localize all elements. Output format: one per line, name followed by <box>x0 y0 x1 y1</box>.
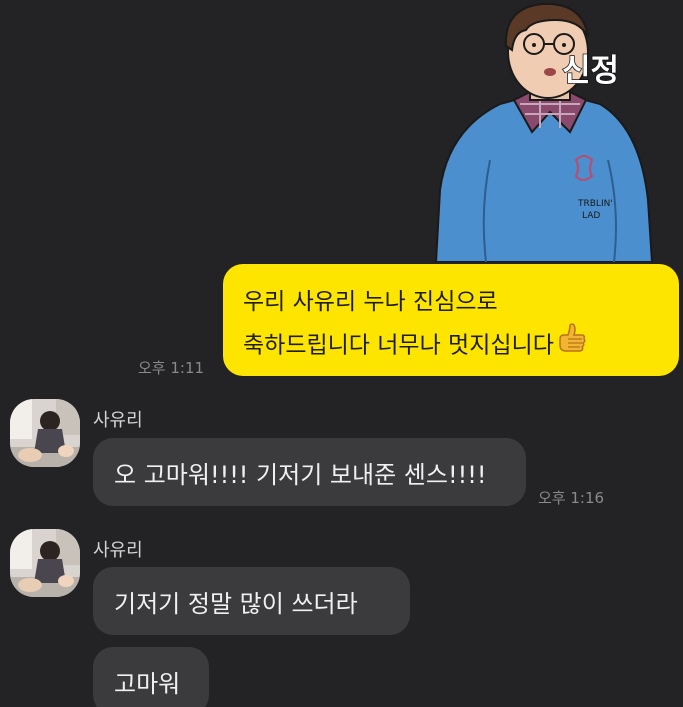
incoming-message-bubble[interactable]: 오 고마워!!!! 기저기 보내준 센스!!!! <box>93 438 526 506</box>
sticker-caption: 신정 <box>561 53 620 89</box>
outgoing-message-bubble[interactable]: 우리 사유리 누나 진심으로 축하드립니다 너무나 멋지십니다 <box>223 264 679 376</box>
outgoing-message-line-1: 우리 사유리 누나 진심으로 <box>243 289 498 315</box>
incoming-message-text: 오 고마워!!!! 기저기 보내준 센스!!!! <box>114 460 487 489</box>
chat-room: TRBLIN' LAD 신정 오후 1:11 우리 사유리 누나 진심으로 축하… <box>0 0 683 707</box>
sticker-image[interactable]: TRBLIN' LAD <box>430 0 655 263</box>
sticker-shirt-text-1: TRBLIN' <box>577 199 613 209</box>
outgoing-message-line-2-text: 축하드립니다 너무나 멋지십니다 <box>243 332 554 359</box>
sender-name: 사유리 <box>93 410 143 431</box>
incoming-message-bubble[interactable]: 기저기 정말 많이 쓰더라 <box>93 567 410 635</box>
avatar[interactable] <box>10 399 80 467</box>
sticker-illustration: TRBLIN' LAD <box>434 2 654 263</box>
outgoing-message-line-2: 축하드립니다 너무나 멋지십니다 <box>243 323 657 369</box>
incoming-message-text: 기저기 정말 많이 쓰더라 <box>114 589 358 618</box>
outgoing-timestamp: 오후 1:11 <box>138 359 205 377</box>
incoming-message-bubble[interactable]: 고마워 <box>93 647 209 707</box>
incoming-message-text: 고마워 <box>114 669 181 698</box>
thumbs-up-icon <box>556 323 586 369</box>
sender-name: 사유리 <box>93 540 143 561</box>
avatar[interactable] <box>10 529 80 597</box>
incoming-timestamp: 오후 1:16 <box>538 489 605 507</box>
sticker-shirt-text-2: LAD <box>582 211 600 221</box>
